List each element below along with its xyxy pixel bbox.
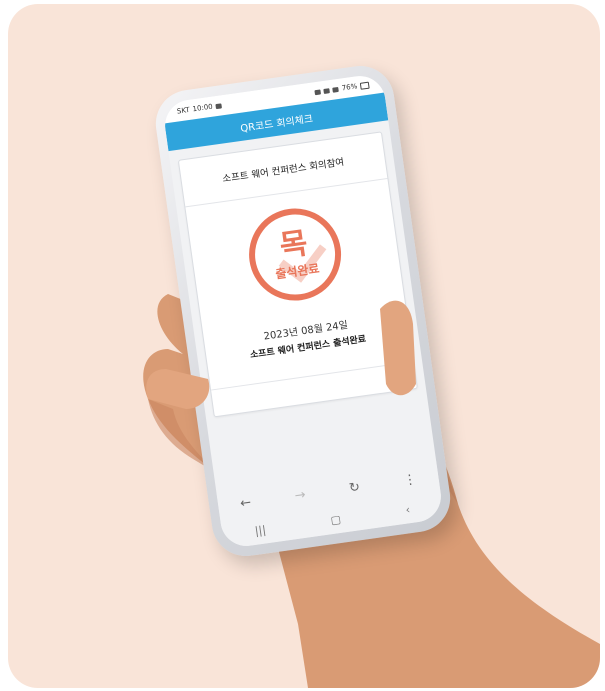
thumb-illustration <box>146 300 416 409</box>
background-card: SKT 10:00 76% QR코드 회의체크 소프트 웨어 컨퍼런스 회의참여… <box>8 4 600 688</box>
